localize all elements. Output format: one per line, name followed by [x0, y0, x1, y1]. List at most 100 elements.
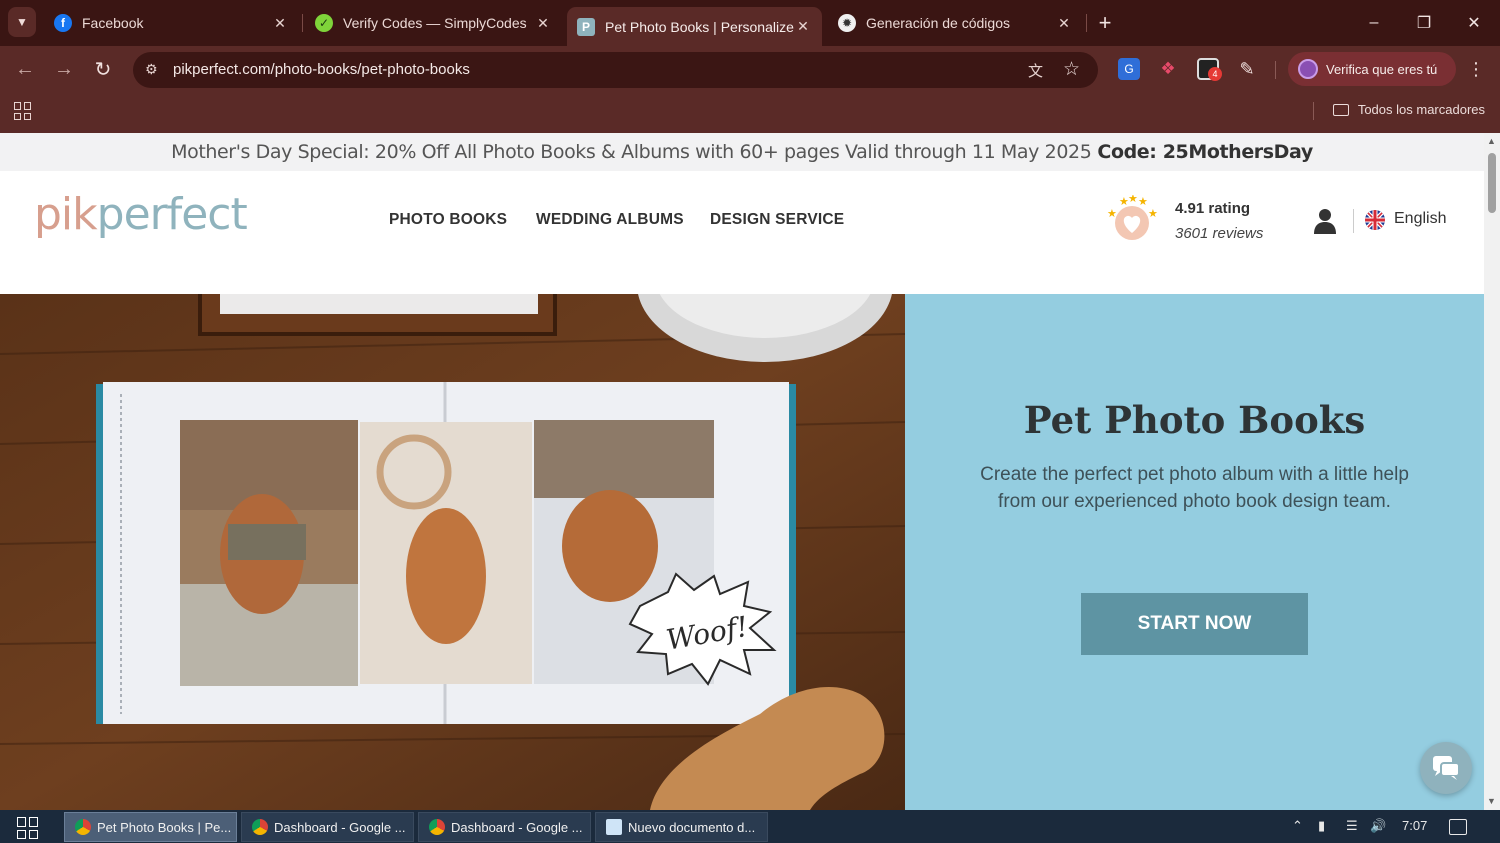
tab-title: Facebook [82, 15, 144, 31]
hero-photo-book-image: Woof! [0, 294, 905, 810]
extension-badge: 4 [1208, 67, 1222, 81]
chat-button[interactable] [1420, 742, 1472, 794]
account-icon[interactable] [1313, 208, 1337, 234]
close-tab-icon[interactable]: ✕ [271, 15, 289, 32]
page-scrollbar[interactable]: ▲ ▼ [1484, 133, 1500, 810]
header-divider [1353, 209, 1354, 233]
taskbar-item-label: Dashboard - Google ... [274, 819, 406, 835]
logo-part-pik: pik [34, 189, 98, 240]
apps-grid-icon[interactable] [14, 102, 32, 120]
taskbar-item-label: Nuevo documento d... [628, 819, 756, 835]
all-bookmarks-button[interactable]: Todos los marcadores [1332, 102, 1485, 117]
notifications-icon[interactable] [1449, 819, 1467, 835]
hero-panel: Pet Photo Books Create the perfect pet p… [905, 294, 1484, 810]
tab-strip: ▼ f Facebook ✕ ✓ Verify Codes — SimplyCo… [0, 0, 1500, 46]
tab-facebook[interactable]: f Facebook ✕ [44, 7, 299, 39]
taskbar-item-label: Dashboard - Google ... [451, 819, 583, 835]
extensions-puzzle-icon[interactable]: ✎ [1236, 58, 1258, 80]
translator-extension-icon[interactable]: G [1118, 58, 1140, 80]
gift-extension-icon[interactable]: ❖ [1157, 58, 1179, 80]
browser-toolbar: ← → ↻ ⚙ pikperfect.com/photo-books/pet-p… [0, 46, 1500, 92]
site-info-icon[interactable]: ⚙ [145, 61, 158, 78]
profile-label: Verifica que eres tú [1326, 61, 1438, 77]
battery-icon[interactable]: ▮ [1318, 818, 1325, 834]
svg-text:★: ★ [1107, 208, 1117, 220]
bookmarks-divider [1313, 102, 1314, 120]
pikperfect-icon: P [577, 17, 595, 36]
address-bar[interactable]: ⚙ pikperfect.com/photo-books/pet-photo-b… [133, 52, 1098, 88]
url-text[interactable]: pikperfect.com/photo-books/pet-photo-boo… [173, 61, 470, 78]
logo-part-perfect: perfect [96, 189, 248, 240]
start-button[interactable] [17, 817, 39, 839]
language-selector[interactable]: English [1394, 210, 1446, 228]
new-tab-button[interactable]: + [1090, 8, 1120, 38]
bookmark-star-icon[interactable]: ☆ [1063, 58, 1080, 81]
translate-icon[interactable]: 文 [1028, 60, 1043, 81]
tab-openai[interactable]: ✹ Generación de códigos ✕ [828, 7, 1083, 39]
svg-text:★: ★ [1138, 196, 1148, 208]
all-bookmarks-label: Todos los marcadores [1357, 102, 1485, 117]
web-page: Mother's Day Special: 20% Off All Photo … [0, 133, 1484, 810]
volume-icon[interactable]: 🔊 [1370, 818, 1386, 834]
site-header: pikperfect PHOTO BOOKS WEDDING ALBUMS DE… [0, 171, 1484, 294]
close-tab-icon[interactable]: ✕ [794, 18, 812, 35]
scroll-down-icon[interactable]: ▼ [1487, 796, 1496, 806]
close-tab-icon[interactable]: ✕ [1055, 15, 1073, 32]
wifi-icon[interactable]: ☰ [1346, 818, 1358, 834]
tab-title: Verify Codes — SimplyCodes [343, 15, 527, 31]
restore-button[interactable]: ❐ [1409, 8, 1439, 38]
windows-taskbar: Pet Photo Books | Pe... Dashboard - Goog… [0, 810, 1500, 843]
notepad-icon [606, 819, 622, 835]
pikperfect-logo[interactable]: pikperfect [34, 189, 248, 240]
toolbar-divider [1275, 61, 1276, 79]
facebook-icon: f [54, 14, 72, 32]
tab-search-button[interactable]: ▼ [8, 7, 36, 37]
minimize-button[interactable]: – [1359, 8, 1389, 38]
start-now-button[interactable]: START NOW [1081, 593, 1308, 655]
reload-button[interactable]: ↻ [90, 56, 116, 82]
chrome-icon [429, 819, 445, 835]
tab-title: Pet Photo Books | Personalized [605, 18, 794, 35]
folder-icon [1332, 103, 1349, 116]
taskbar-item-chrome-dashboard-2[interactable]: Dashboard - Google ... [418, 812, 591, 842]
promo-banner[interactable]: Mother's Day Special: 20% Off All Photo … [0, 133, 1484, 171]
chrome-icon [252, 819, 268, 835]
review-count[interactable]: 3601 reviews [1175, 225, 1263, 242]
hero-title: Pet Photo Books [1023, 398, 1366, 442]
taskbar-item-chrome-pet-photo[interactable]: Pet Photo Books | Pe... [64, 812, 237, 842]
nav-wedding-albums[interactable]: WEDDING ALBUMS [536, 211, 684, 229]
tab-divider [1086, 14, 1087, 32]
simplycodes-icon: ✓ [315, 14, 333, 32]
rating-value[interactable]: 4.91 rating [1175, 200, 1250, 217]
scroll-thumb[interactable] [1488, 153, 1496, 213]
rating-heart-stars-icon: ★ ★ ★ ★ ★ [1107, 195, 1158, 240]
uk-flag-icon[interactable] [1365, 210, 1385, 230]
close-window-button[interactable]: ✕ [1459, 8, 1489, 38]
extension-with-badge-icon[interactable]: 4 [1197, 58, 1222, 81]
tab-simplycodes[interactable]: ✓ Verify Codes — SimplyCodes ✕ [305, 7, 562, 39]
promo-code: Code: 25MothersDay [1097, 141, 1313, 163]
taskbar-item-chrome-dashboard-1[interactable]: Dashboard - Google ... [241, 812, 414, 842]
nav-design-service[interactable]: DESIGN SERVICE [710, 211, 844, 229]
clock[interactable]: 7:07 [1402, 818, 1427, 833]
profile-button[interactable]: Verifica que eres tú [1288, 52, 1456, 86]
hero-description: Create the perfect pet photo album with … [980, 464, 1409, 512]
forward-button[interactable]: → [51, 56, 77, 82]
menu-kebab-icon[interactable]: ⋮ [1463, 56, 1489, 82]
svg-text:★: ★ [1128, 195, 1138, 205]
chat-icon [1433, 756, 1460, 780]
tab-divider [302, 14, 303, 32]
svg-text:★: ★ [1148, 208, 1158, 220]
scroll-up-icon[interactable]: ▲ [1487, 136, 1496, 146]
chrome-icon [75, 819, 91, 835]
nav-photo-books[interactable]: PHOTO BOOKS [389, 211, 507, 229]
close-tab-icon[interactable]: ✕ [534, 15, 552, 32]
tray-overflow-icon[interactable]: ⌃ [1292, 818, 1303, 834]
promo-text: Mother's Day Special: 20% Off All Photo … [171, 141, 1092, 163]
taskbar-item-label: Pet Photo Books | Pe... [97, 819, 232, 835]
openai-icon: ✹ [838, 14, 856, 32]
tab-pet-photo-books[interactable]: P Pet Photo Books | Personalized ✕ [567, 7, 822, 46]
taskbar-item-notepad[interactable]: Nuevo documento d... [595, 812, 768, 842]
avatar [1298, 59, 1318, 79]
back-button[interactable]: ← [12, 56, 38, 82]
